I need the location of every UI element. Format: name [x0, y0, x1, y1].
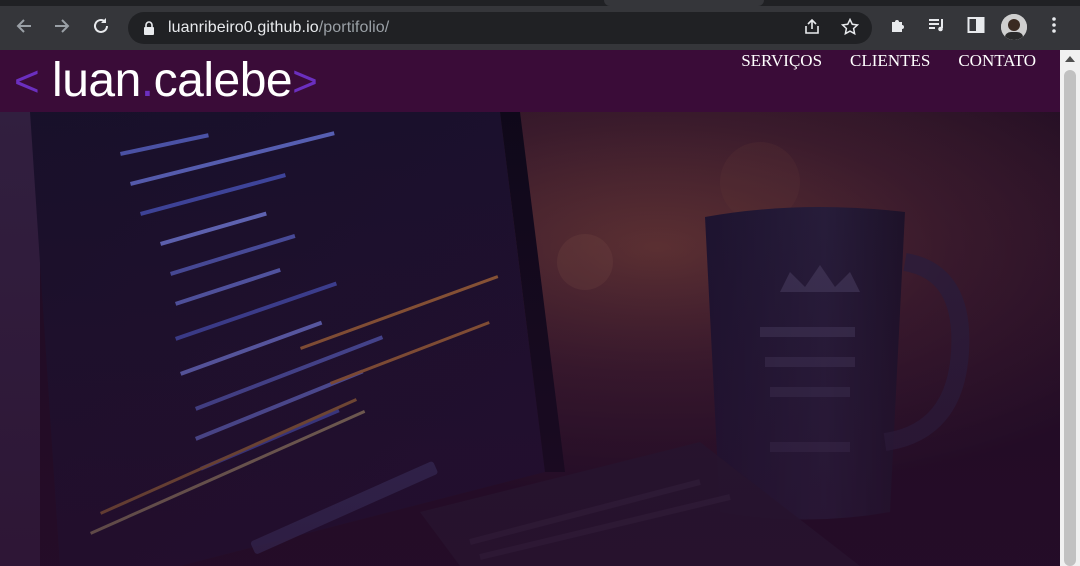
reload-button[interactable] — [89, 14, 113, 38]
url-path: /portifolio/ — [318, 19, 390, 36]
logo-last-name: calebe — [153, 54, 293, 107]
arrow-right-icon — [55, 19, 70, 33]
browser-toolbar: luanribeiro0.github.io/portifolio/ — [0, 0, 1080, 50]
media-control-button[interactable] — [926, 15, 948, 37]
back-button[interactable] — [12, 14, 36, 38]
reload-icon — [94, 18, 108, 33]
side-panel-button[interactable] — [965, 15, 987, 37]
logo-first-name: luan — [52, 54, 141, 107]
tab-strip — [0, 0, 1080, 6]
browser-menu-button[interactable] — [1043, 15, 1065, 37]
media-queue-icon — [929, 19, 943, 32]
scroll-up-arrow-icon[interactable] — [1065, 56, 1075, 62]
page-scrollbar[interactable] — [1060, 50, 1080, 566]
site-logo[interactable]: < luan.calebe> — [14, 52, 318, 110]
scrollbar-thumb[interactable] — [1064, 70, 1076, 566]
nav-link-servicos[interactable]: SERVIÇOS — [741, 50, 822, 72]
share-button[interactable] — [802, 18, 822, 38]
kebab-menu-icon — [1052, 17, 1056, 33]
arrow-left-icon — [16, 19, 31, 33]
bookmark-button[interactable] — [840, 17, 860, 38]
nav-link-contato[interactable]: CONTATO — [958, 50, 1036, 72]
profile-avatar-icon — [1001, 14, 1027, 40]
url-domain: luanribeiro0.github.io — [168, 19, 319, 36]
url-text[interactable]: luanribeiro0.github.io/portifolio/ — [168, 19, 389, 37]
active-tab-edge[interactable] — [604, 0, 764, 6]
nav-link-clientes[interactable]: CLIENTES — [850, 50, 930, 72]
puzzle-icon — [892, 20, 904, 32]
page-viewport: < luan.calebe> SERVIÇOS CLIENTES CONTATO — [0, 50, 1080, 566]
logo-open-bracket: < — [14, 57, 40, 106]
forward-button[interactable] — [50, 14, 74, 38]
profile-avatar[interactable] — [1001, 14, 1027, 40]
share-icon — [805, 18, 819, 34]
logo-dot: . — [140, 54, 154, 107]
hero-background-image — [0, 112, 1060, 566]
logo-close-bracket: > — [292, 57, 318, 106]
main-nav: SERVIÇOS CLIENTES CONTATO — [741, 50, 1036, 72]
address-bar[interactable]: luanribeiro0.github.io/portifolio/ — [128, 12, 872, 44]
hero-laptop-coffee-illustration — [0, 112, 1060, 566]
side-panel-icon — [967, 17, 985, 33]
lock-icon[interactable] — [144, 21, 154, 35]
extensions-button[interactable] — [888, 15, 910, 37]
star-icon — [840, 17, 860, 36]
site-header: < luan.calebe> SERVIÇOS CLIENTES CONTATO — [0, 50, 1060, 112]
